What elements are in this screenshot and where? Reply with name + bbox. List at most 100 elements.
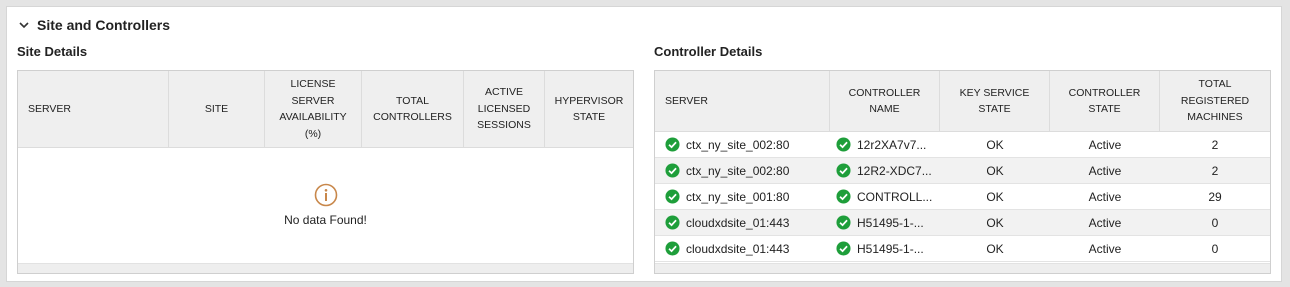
cell-text: Active bbox=[1088, 241, 1122, 256]
header-label-line: SITE bbox=[204, 102, 229, 115]
header-label: SERVER bbox=[28, 101, 71, 118]
header-label-line: TOTAL bbox=[1198, 78, 1232, 91]
cell-text: 12r2XA7v7... bbox=[857, 137, 927, 152]
col-hypervisor-state-header[interactable]: HYPERVISOR STATE bbox=[545, 71, 633, 147]
col-key-service-state-cell: OK bbox=[940, 132, 1050, 157]
header-label-line: AVAILABILITY bbox=[279, 111, 347, 123]
header-label: CONTROLLER STATE bbox=[1069, 85, 1141, 118]
table-row[interactable]: ctx_ny_site_002:80 12r2XA7v7... OK Active 2 bbox=[655, 132, 1270, 158]
header-label-line: LICENSED bbox=[477, 102, 531, 115]
cell-text: 29 bbox=[1208, 189, 1222, 204]
cell-text: Active bbox=[1088, 137, 1122, 152]
horizontal-scrollbar[interactable] bbox=[18, 263, 633, 273]
col-server-cell: ctx_ny_site_002:80 bbox=[655, 132, 830, 157]
col-controller-state-cell: Active bbox=[1050, 158, 1160, 183]
site-controllers-panel: Site and Controllers Site Details SERVER… bbox=[6, 6, 1282, 282]
check-circle-icon bbox=[665, 189, 680, 204]
chevron-down-icon[interactable] bbox=[17, 18, 31, 32]
info-icon bbox=[314, 183, 337, 207]
header-label: SITE bbox=[205, 101, 228, 118]
header-label: CONTROLLER NAME bbox=[849, 85, 921, 118]
check-circle-icon bbox=[836, 215, 851, 230]
header-label-line: NAME bbox=[869, 103, 900, 115]
header-label-line: MACHINES bbox=[1187, 111, 1243, 124]
cell-text: 0 bbox=[1211, 215, 1219, 230]
header-label-line: KEY SERVICE bbox=[959, 86, 1030, 99]
col-server-header[interactable]: SERVER bbox=[18, 71, 169, 147]
panel-header[interactable]: Site and Controllers bbox=[17, 15, 170, 35]
col-controller-name-cell: H51495-1-... bbox=[830, 236, 940, 261]
col-total-registered-machines-cell: 2 bbox=[1160, 158, 1270, 183]
controller-details-header: SERVER CONTROLLER NAME KEY SERVICE STATE CONT… bbox=[655, 71, 1270, 132]
col-total-controllers-header[interactable]: TOTAL CONTROLLERS bbox=[362, 71, 464, 147]
cell-text: cloudxdsite_01:443 bbox=[686, 241, 790, 256]
no-data-text: No data Found! bbox=[284, 213, 367, 227]
cell-text: OK bbox=[986, 137, 1004, 152]
cell-text: OK bbox=[986, 163, 1004, 178]
col-controller-name-cell: H51495-1-... bbox=[830, 210, 940, 235]
col-controller-name-cell: 12R2-XDC7... bbox=[830, 158, 940, 183]
col-key-service-state-cell: OK bbox=[940, 158, 1050, 183]
cell-text: OK bbox=[986, 215, 1004, 230]
cell-text: cloudxdsite_01:443 bbox=[686, 215, 790, 230]
cell-text: H51495-1-... bbox=[857, 241, 924, 256]
header-label-line: LICENSE bbox=[290, 78, 336, 90]
cell-text: 2 bbox=[1211, 163, 1219, 178]
col-server-cell: cloudxdsite_01:443 bbox=[655, 236, 830, 261]
cell-text: H51495-1-... bbox=[857, 215, 924, 230]
controller-details-grid: SERVER CONTROLLER NAME KEY SERVICE STATE CONT… bbox=[654, 70, 1271, 274]
header-label: HYPERVISOR STATE bbox=[555, 93, 624, 126]
header-label-line: SERVER bbox=[291, 94, 335, 107]
check-circle-icon bbox=[836, 241, 851, 256]
col-total-registered-machines-cell: 2 bbox=[1160, 132, 1270, 157]
cell-text: 0 bbox=[1211, 241, 1219, 256]
check-circle-icon bbox=[665, 241, 680, 256]
col-total-registered-machines-header[interactable]: TOTAL REGISTERED MACHINES bbox=[1160, 71, 1270, 131]
header-label-line: CONTROLLERS bbox=[373, 111, 452, 123]
site-details-header: SERVER SITE LICENSE SERVER AVAILABILITY (%) TO… bbox=[18, 71, 633, 148]
header-label-line: TOTAL bbox=[396, 94, 429, 107]
col-key-service-state-cell: OK bbox=[940, 210, 1050, 235]
col-key-service-state-header[interactable]: KEY SERVICE STATE bbox=[940, 71, 1050, 131]
horizontal-scrollbar[interactable] bbox=[655, 263, 1270, 273]
check-circle-icon bbox=[665, 163, 680, 178]
cell-text: OK bbox=[986, 241, 1004, 256]
check-circle-icon bbox=[836, 137, 851, 152]
header-label: KEY SERVICE STATE bbox=[960, 85, 1030, 118]
header-label: TOTAL CONTROLLERS bbox=[373, 93, 452, 126]
col-controller-state-header[interactable]: CONTROLLER STATE bbox=[1050, 71, 1160, 131]
col-server-cell: ctx_ny_site_002:80 bbox=[655, 158, 830, 183]
col-controller-state-cell: Active bbox=[1050, 184, 1160, 209]
table-row[interactable]: cloudxdsite_01:443 H51495-1-... OK Active 0 bbox=[655, 236, 1270, 262]
table-row[interactable]: ctx_ny_site_001:80 CONTROLL... OK Active 29 bbox=[655, 184, 1270, 210]
table-row[interactable]: cloudxdsite_01:443 H51495-1-... OK Active 0 bbox=[655, 210, 1270, 236]
col-active-sessions-header[interactable]: ACTIVE LICENSED SESSIONS bbox=[464, 71, 545, 147]
cell-text: OK bbox=[986, 189, 1004, 204]
col-controller-name-header[interactable]: CONTROLLER NAME bbox=[830, 71, 940, 131]
header-label-line: STATE bbox=[572, 111, 606, 123]
cell-text: Active bbox=[1088, 189, 1122, 204]
cell-text: ctx_ny_site_002:80 bbox=[686, 163, 790, 178]
col-server-cell: ctx_ny_site_001:80 bbox=[655, 184, 830, 209]
check-circle-icon bbox=[836, 163, 851, 178]
header-label-line: SERVER bbox=[28, 102, 71, 115]
site-details-title: Site Details bbox=[17, 44, 88, 59]
check-circle-icon bbox=[836, 189, 851, 204]
cell-text: ctx_ny_site_001:80 bbox=[686, 189, 790, 204]
header-label-line: SESSIONS bbox=[477, 119, 531, 132]
header-label-line: CONTROLLER bbox=[848, 86, 921, 99]
col-controller-state-cell: Active bbox=[1050, 210, 1160, 235]
cell-text: ctx_ny_site_002:80 bbox=[686, 137, 790, 152]
empty-state: No data Found! bbox=[18, 147, 633, 263]
cell-text: CONTROLL... bbox=[857, 189, 933, 204]
col-server-cell: cloudxdsite_01:443 bbox=[655, 210, 830, 235]
header-label: ACTIVE LICENSED SESSIONS bbox=[477, 84, 531, 134]
table-row[interactable]: ctx_ny_site_002:80 12R2-XDC7... OK Active 2 bbox=[655, 158, 1270, 184]
col-site-header[interactable]: SITE bbox=[169, 71, 265, 147]
col-controller-state-cell: Active bbox=[1050, 236, 1160, 261]
col-key-service-state-cell: OK bbox=[940, 184, 1050, 209]
cell-text: Active bbox=[1088, 215, 1122, 230]
col-server-header[interactable]: SERVER bbox=[655, 71, 830, 131]
col-license-availability-header[interactable]: LICENSE SERVER AVAILABILITY (%) bbox=[265, 71, 362, 147]
col-total-registered-machines-cell: 0 bbox=[1160, 236, 1270, 261]
